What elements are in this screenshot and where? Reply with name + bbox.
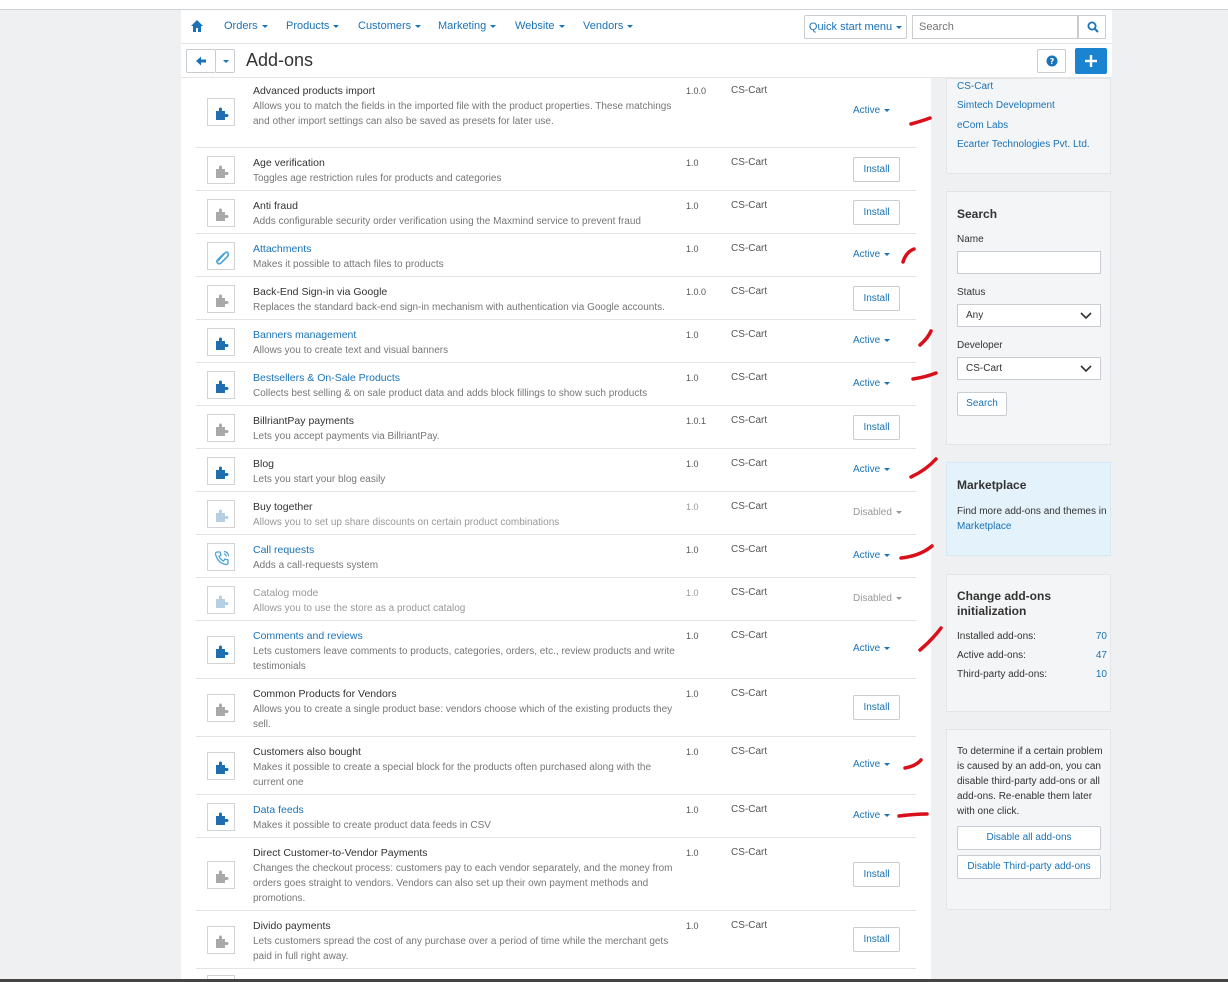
red-annotation-stroke <box>918 626 943 652</box>
red-annotation-stroke <box>918 329 933 347</box>
red-annotation-stroke <box>899 544 934 560</box>
red-annotation-stroke <box>903 758 923 770</box>
red-annotation-marks <box>897 116 943 818</box>
red-annotation-stroke <box>901 247 916 264</box>
red-annotation-stroke <box>909 116 932 126</box>
red-annotation-stroke <box>897 812 929 818</box>
red-annotation-stroke <box>911 371 938 381</box>
red-annotation-stroke <box>909 457 938 479</box>
